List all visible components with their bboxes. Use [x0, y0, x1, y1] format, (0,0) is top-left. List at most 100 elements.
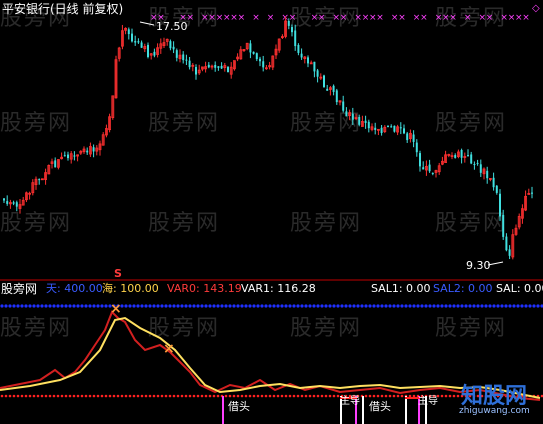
signal-cross: × — [163, 341, 175, 357]
candle-body — [169, 41, 172, 49]
candle-body — [380, 127, 383, 133]
candle-body — [508, 249, 511, 256]
red-level-dot — [284, 394, 288, 398]
signal-label: 主导 — [418, 396, 438, 407]
red-level-dot — [4, 394, 8, 398]
red-level-dot — [108, 394, 112, 398]
candle-body — [505, 236, 508, 251]
blue-level-dot — [460, 304, 464, 308]
red-level-dot — [104, 394, 108, 398]
red-level-dot — [276, 394, 280, 398]
candle-body — [137, 41, 140, 43]
blue-level-dot — [164, 304, 168, 308]
candle-body — [262, 61, 265, 68]
red-level-dot — [208, 394, 212, 398]
red-level-dot — [28, 394, 32, 398]
blue-level-dot — [52, 304, 56, 308]
red-level-dot — [188, 394, 192, 398]
red-level-dot — [156, 394, 160, 398]
blue-level-dot — [520, 304, 524, 308]
blue-level-dot — [316, 304, 320, 308]
indicator-item-hai: 海: 100.00 — [102, 282, 159, 295]
candle-body — [422, 167, 425, 170]
blue-level-dot — [40, 304, 44, 308]
red-level-dot — [396, 394, 400, 398]
candle-body — [300, 53, 303, 58]
red-level-dot — [388, 394, 392, 398]
red-level-dot — [244, 394, 248, 398]
candle-body — [185, 59, 188, 61]
blue-level-dot — [36, 304, 40, 308]
blue-level-dot — [168, 304, 172, 308]
candle-body — [15, 202, 18, 207]
red-level-dot — [136, 394, 140, 398]
candle-body — [367, 121, 370, 129]
red-level-dot — [256, 394, 260, 398]
candle-body — [38, 179, 41, 181]
blue-level-dot — [268, 304, 272, 308]
blue-level-dot — [192, 304, 196, 308]
blue-level-dot — [160, 304, 164, 308]
blue-level-dot — [76, 304, 80, 308]
red-level-dot — [52, 394, 56, 398]
blue-level-dot — [496, 304, 500, 308]
candle-body — [252, 51, 255, 54]
red-level-dot — [248, 394, 252, 398]
blue-level-dot — [252, 304, 256, 308]
red-level-dot — [316, 394, 320, 398]
candle-body — [249, 43, 252, 53]
blue-level-dot — [524, 304, 528, 308]
blue-level-dot — [244, 304, 248, 308]
blue-level-dot — [236, 304, 240, 308]
blue-level-dot — [96, 304, 100, 308]
red-level-dot — [168, 394, 172, 398]
candle-body — [182, 54, 185, 61]
red-level-dot — [0, 394, 4, 398]
stock-chart-window: 股旁网 股旁网 股旁网 股旁网 股旁网 股旁网 股旁网 股旁网 股旁网 股旁网 … — [0, 0, 543, 424]
red-level-dot — [100, 394, 104, 398]
candle-body — [287, 20, 290, 26]
blue-level-dot — [444, 304, 448, 308]
blue-level-dot — [484, 304, 488, 308]
red-level-dot — [196, 394, 200, 398]
blue-level-dot — [340, 304, 344, 308]
blue-level-dot — [536, 304, 540, 308]
blue-level-dot — [532, 304, 536, 308]
red-level-dot — [152, 394, 156, 398]
red-level-dot — [272, 394, 276, 398]
candle-body — [358, 116, 361, 125]
signal-bar — [222, 396, 224, 424]
blue-level-dot — [92, 304, 96, 308]
red-level-dot — [112, 394, 116, 398]
candle-body — [316, 70, 319, 77]
red-level-dot — [336, 394, 340, 398]
blue-level-dot — [188, 304, 192, 308]
red-level-dot — [448, 394, 452, 398]
top-signal-mark: × — [340, 13, 348, 23]
blue-level-dot — [100, 304, 104, 308]
red-level-dot — [64, 394, 68, 398]
red-level-dot — [332, 394, 336, 398]
candle-body — [428, 164, 431, 172]
blue-level-dot — [492, 304, 496, 308]
red-level-dot — [288, 394, 292, 398]
top-signal-mark: × — [398, 13, 406, 23]
blue-level-dot — [436, 304, 440, 308]
logo-url: zhiguwang.com — [459, 406, 530, 416]
candle-body — [195, 67, 197, 75]
blue-level-dot — [148, 304, 152, 308]
red-level-dot — [140, 394, 144, 398]
red-level-dot — [48, 394, 52, 398]
red-level-dot — [304, 394, 308, 398]
blue-level-dot — [392, 304, 396, 308]
candle-body — [6, 201, 9, 204]
blue-level-dot — [24, 304, 28, 308]
red-level-dot — [84, 394, 88, 398]
candlestick-chart[interactable]: ××××××××××××××××××××××××××××××××××××◇×× — [0, 0, 543, 424]
candle-body — [227, 67, 229, 73]
red-level-dot — [12, 394, 16, 398]
red-level-dot — [24, 394, 28, 398]
blue-level-dot — [32, 304, 36, 308]
red-level-dot — [56, 394, 60, 398]
blue-level-dot — [408, 304, 412, 308]
